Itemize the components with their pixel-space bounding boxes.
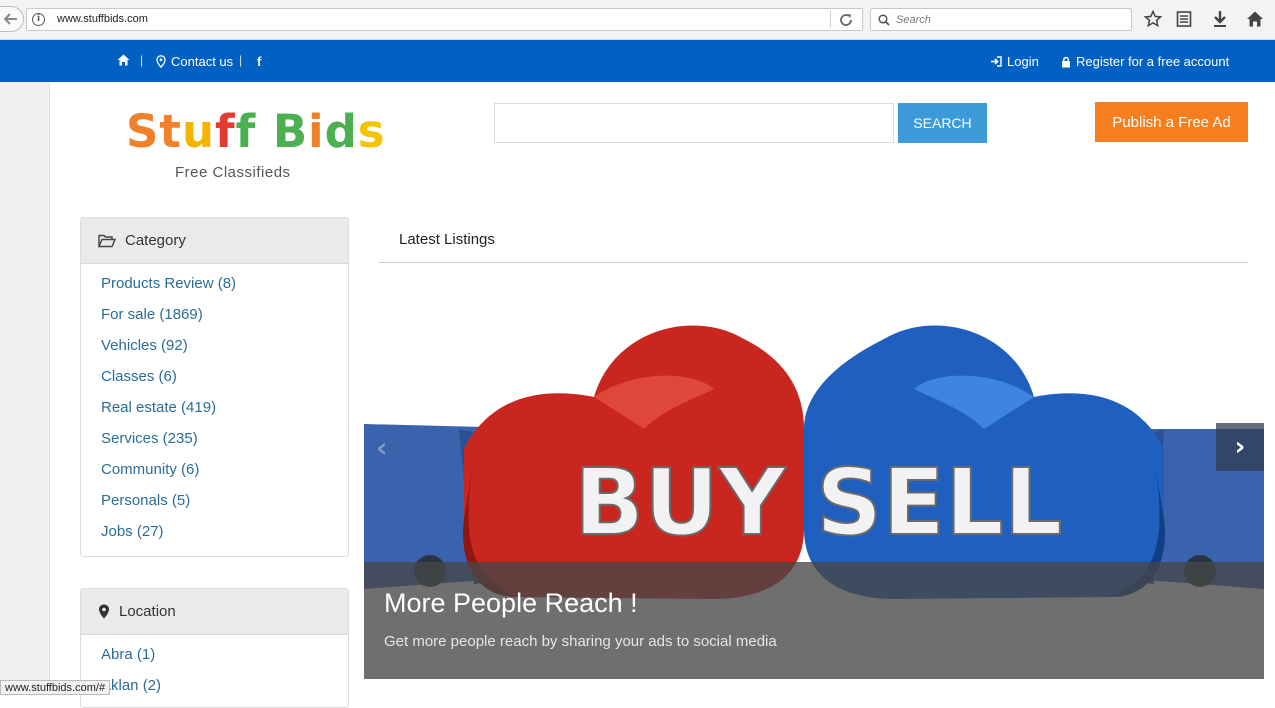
category-link[interactable]: Jobs (27) xyxy=(101,523,348,554)
slider-next-chevron-icon[interactable]: › xyxy=(1216,423,1264,471)
home-icon[interactable] xyxy=(1246,10,1264,28)
lock-icon xyxy=(1062,56,1070,67)
address-bar[interactable]: i www.stuffbids.com xyxy=(26,8,863,31)
latest-listings-divider xyxy=(379,262,1248,263)
category-panel-header: Category xyxy=(81,218,348,264)
left-gutter xyxy=(0,82,50,695)
info-icon[interactable]: i xyxy=(32,13,45,26)
search-placeholder: Search xyxy=(896,14,931,26)
logo-letter: S xyxy=(126,105,160,158)
category-link[interactable]: For sale (1869) xyxy=(101,306,348,337)
search-icon xyxy=(878,14,890,26)
category-title: Category xyxy=(125,232,186,249)
location-link[interactable]: Abra (1) xyxy=(101,646,348,677)
category-link[interactable]: Vehicles (92) xyxy=(101,337,348,368)
nav-register-label: Register for a free account xyxy=(1076,54,1230,69)
latest-listings-title: Latest Listings xyxy=(399,231,495,248)
site-tagline: Free Classifieds xyxy=(175,164,291,181)
back-button[interactable] xyxy=(0,6,24,32)
location-link[interactable]: Aklan (2) xyxy=(101,677,348,707)
facebook-icon[interactable]: f xyxy=(257,54,261,69)
slide-caption-band xyxy=(364,562,1264,679)
logo-letter: u xyxy=(181,105,215,158)
logo-letter: t xyxy=(159,105,182,158)
logo-letter: s xyxy=(357,105,386,158)
download-icon[interactable] xyxy=(1212,10,1228,28)
logo-letter: f xyxy=(214,105,236,158)
url-divider xyxy=(830,11,831,28)
category-link[interactable]: Classes (6) xyxy=(101,368,348,399)
browser-toolbar: i www.stuffbids.com Search xyxy=(0,0,1275,40)
reload-icon[interactable] xyxy=(838,12,854,28)
logo-letter xyxy=(256,105,273,158)
search-button[interactable]: SEARCH xyxy=(898,103,987,143)
slide-buy-word: BUY xyxy=(574,449,787,556)
url-text[interactable]: www.stuffbids.com xyxy=(57,13,148,25)
publish-ad-button[interactable]: Publish a Free Ad xyxy=(1095,102,1248,142)
slide-caption-title: More People Reach ! xyxy=(384,588,638,618)
nav-contact-label: Contact us xyxy=(171,54,234,69)
nav-login-label: Login xyxy=(1007,54,1039,69)
logo-letter: d xyxy=(324,105,358,158)
category-link[interactable]: Real estate (419) xyxy=(101,399,348,430)
nav-home-link[interactable] xyxy=(117,54,130,66)
logo-letter: f xyxy=(235,105,257,158)
nav-register-link[interactable]: Register for a free account xyxy=(1061,54,1229,69)
location-panel: Location Abra (1) Aklan (2) xyxy=(80,588,349,708)
slider-prev-chevron-icon[interactable]: ‹ xyxy=(376,431,388,464)
nav-separator: | xyxy=(140,53,144,67)
location-panel-header: Location xyxy=(81,589,348,635)
nav-login-link[interactable]: Login xyxy=(990,54,1039,69)
listing-slider[interactable]: BUY SELL More People Reach ! Get more pe… xyxy=(364,279,1264,679)
slide-sell-word: SELL xyxy=(816,449,1062,556)
site-logo[interactable]: Stuff Bids xyxy=(126,105,386,158)
nav-contact-link[interactable]: Contact us xyxy=(156,54,233,69)
top-nav-bar: | Contact us | f Login Register for a fr… xyxy=(0,40,1275,82)
browser-status-url: www.stuffbids.com/# xyxy=(0,680,111,695)
browser-search-input[interactable]: Search xyxy=(870,8,1132,31)
map-marker-icon xyxy=(156,55,166,68)
category-link[interactable]: Services (235) xyxy=(101,430,348,461)
folder-open-icon xyxy=(98,234,116,247)
logo-letter: B xyxy=(272,105,309,158)
site-search-input[interactable] xyxy=(494,103,894,143)
nav-separator: | xyxy=(239,53,243,67)
slide-caption-text: Get more people reach by sharing your ad… xyxy=(384,633,777,650)
back-arrow-icon xyxy=(4,13,17,25)
category-link[interactable]: Personals (5) xyxy=(101,492,348,523)
category-list: Products Review (8) For sale (1869) Vehicl… xyxy=(81,264,348,554)
reading-list-icon[interactable] xyxy=(1176,10,1192,28)
home-icon xyxy=(117,54,130,66)
category-panel: Category Products Review (8) For sale (18… xyxy=(80,217,349,557)
location-title: Location xyxy=(119,603,176,620)
location-list: Abra (1) Aklan (2) xyxy=(81,635,348,707)
sign-in-icon xyxy=(991,56,1002,67)
logo-letter: i xyxy=(308,105,325,158)
map-marker-icon xyxy=(99,604,109,619)
bookmark-star-icon[interactable] xyxy=(1144,10,1162,28)
category-link[interactable]: Community (6) xyxy=(101,461,348,492)
category-link[interactable]: Products Review (8) xyxy=(101,275,348,306)
